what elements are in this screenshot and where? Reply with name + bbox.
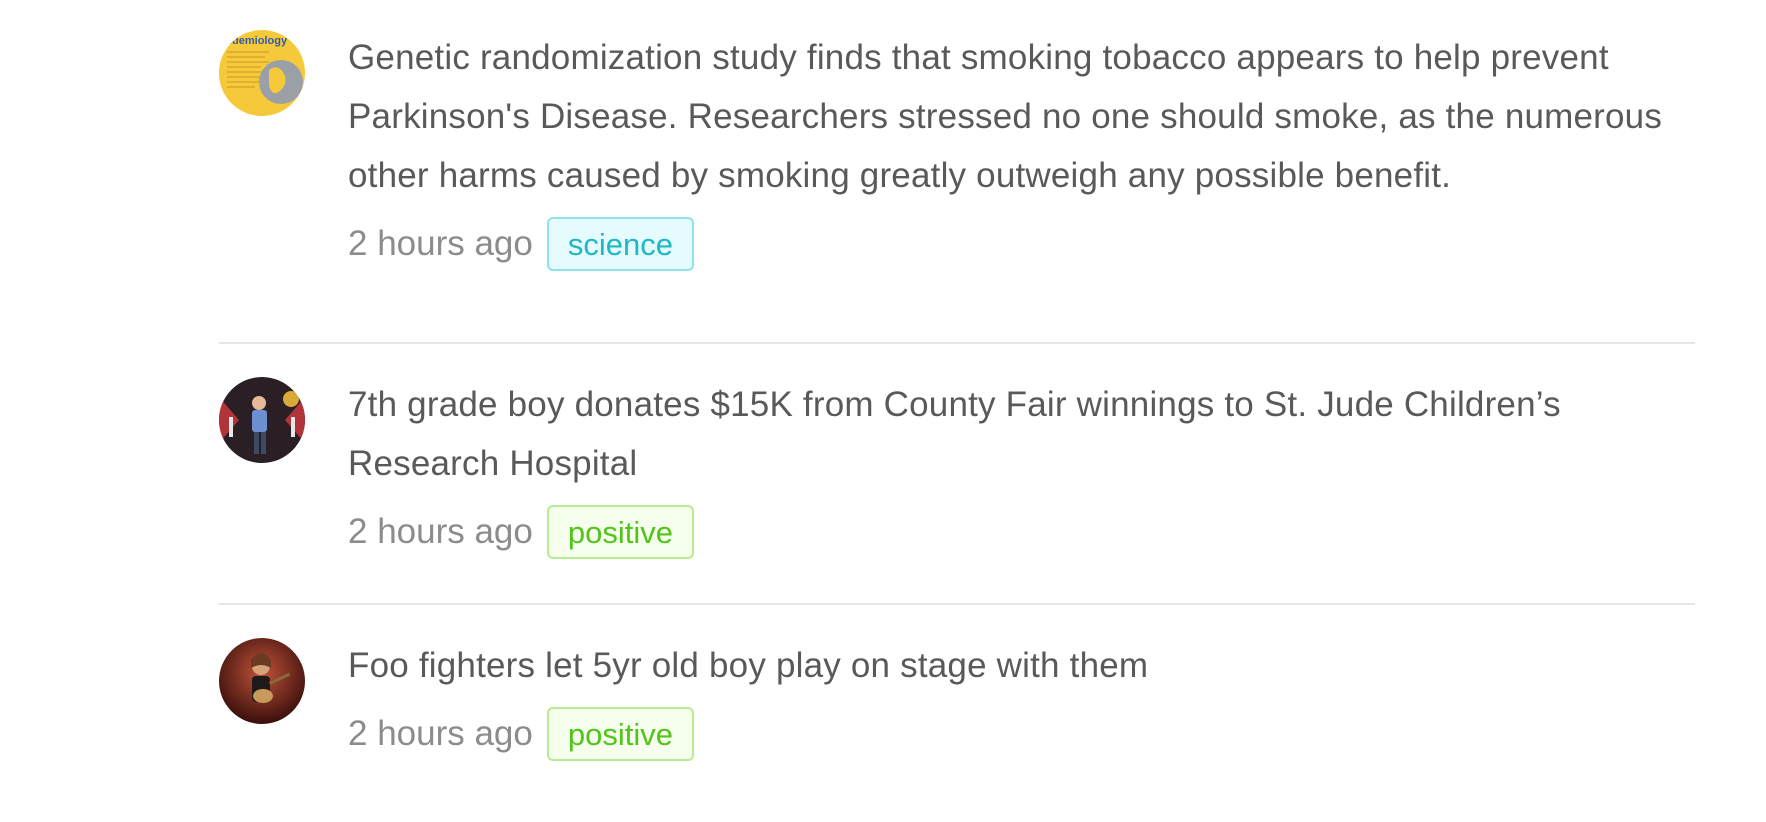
tag-badge[interactable]: positive <box>546 707 694 761</box>
post-title[interactable]: Foo fighters let 5yr old boy play on sta… <box>348 636 1688 695</box>
list-item[interactable]: Foo fighters let 5yr old boy play on sta… <box>219 605 1695 822</box>
post-meta: 2 hours ago science <box>348 217 1688 271</box>
guitarist-avatar[interactable] <box>219 638 305 724</box>
journal-cover-avatar[interactable]: idemiology <box>219 30 305 116</box>
post-title[interactable]: Genetic randomization study finds that s… <box>348 28 1688 205</box>
list-item-content: 7th grade boy donates $15K from County F… <box>348 377 1688 559</box>
tag-badge[interactable]: science <box>546 217 694 271</box>
post-time: 2 hours ago <box>348 224 533 263</box>
post-title[interactable]: 7th grade boy donates $15K from County F… <box>348 375 1688 493</box>
news-feed: idemiology Genetic randomization study f… <box>219 0 1695 822</box>
post-time: 2 hours ago <box>348 714 533 753</box>
post-time: 2 hours ago <box>348 512 533 551</box>
list-item-content: Genetic randomization study finds that s… <box>348 30 1688 271</box>
list-item[interactable]: 7th grade boy donates $15K from County F… <box>219 344 1695 603</box>
post-meta: 2 hours ago positive <box>348 505 1688 559</box>
boy-on-stage-avatar[interactable] <box>219 377 305 463</box>
list-item[interactable]: idemiology Genetic randomization study f… <box>219 0 1695 342</box>
list-item-content: Foo fighters let 5yr old boy play on sta… <box>348 638 1688 761</box>
post-meta: 2 hours ago positive <box>348 707 1688 761</box>
tag-badge[interactable]: positive <box>546 505 694 559</box>
journal-cover-title: idemiology <box>229 35 288 47</box>
